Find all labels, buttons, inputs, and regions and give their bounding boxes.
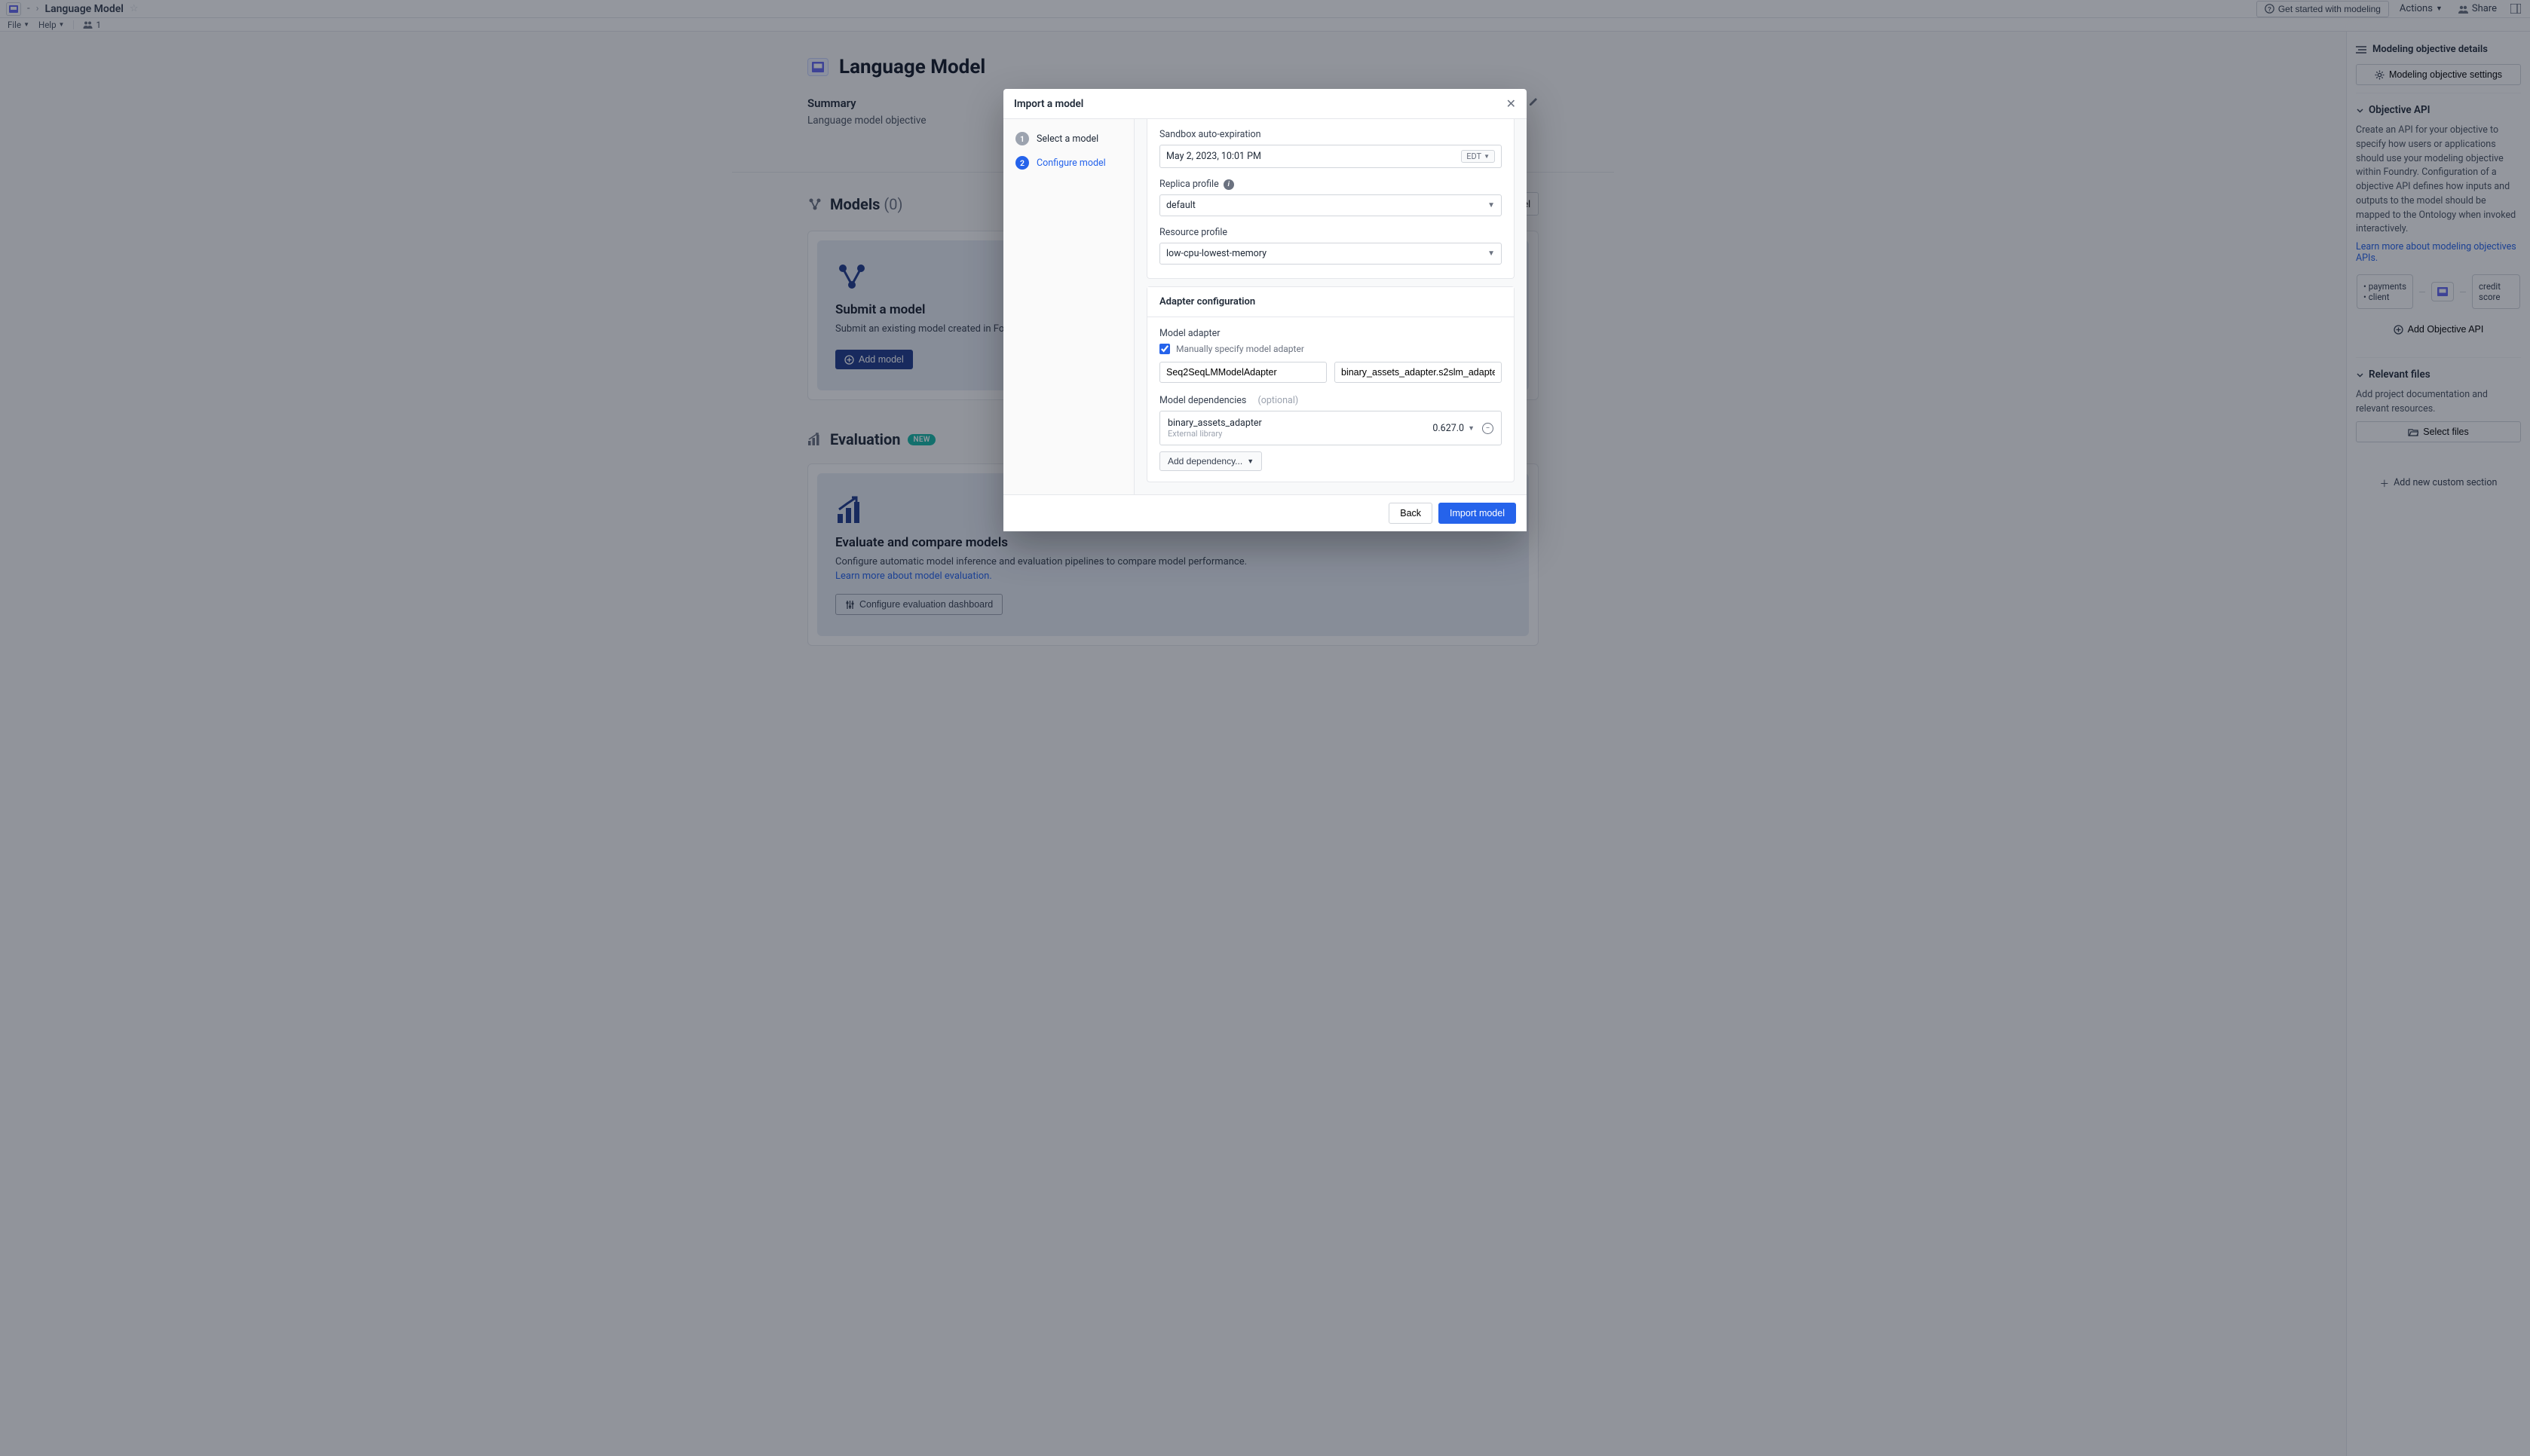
model-dependencies-label: Model dependencies (optional): [1159, 395, 1502, 406]
dependency-version-select[interactable]: 0.627.0 ▼: [1432, 423, 1475, 434]
step-select-model[interactable]: 1 Select a model: [1009, 127, 1128, 151]
step-number: 1: [1015, 132, 1029, 145]
adapter-module-input[interactable]: [1334, 362, 1502, 383]
timezone-selector[interactable]: EDT ▼: [1461, 150, 1495, 163]
close-icon[interactable]: ✕: [1506, 96, 1516, 111]
caret-down-icon: ▼: [1247, 457, 1254, 465]
adapter-section-heading: Adapter configuration: [1147, 287, 1514, 317]
replica-profile-label: Replica profile i: [1159, 179, 1502, 190]
import-model-dialog: Import a model ✕ 1 Select a model 2 Conf…: [1003, 89, 1527, 531]
remove-dependency-button[interactable]: −: [1482, 422, 1493, 435]
import-model-button[interactable]: Import model: [1438, 503, 1516, 524]
step-configure-model[interactable]: 2 Configure model: [1009, 151, 1128, 175]
sandbox-expiration-input[interactable]: May 2, 2023, 10:01 PM EDT ▼: [1159, 145, 1502, 168]
resource-profile-select[interactable]: low-cpu-lowest-memory ▼: [1159, 243, 1502, 265]
adapter-class-input[interactable]: [1159, 362, 1327, 383]
step-number: 2: [1015, 156, 1029, 170]
manual-adapter-checkbox[interactable]: Manually specify model adapter: [1159, 344, 1502, 354]
caret-down-icon: ▼: [1484, 153, 1490, 160]
sandbox-expiration-label: Sandbox auto-expiration: [1159, 129, 1502, 140]
caret-down-icon: ▼: [1487, 249, 1495, 258]
resource-profile-label: Resource profile: [1159, 227, 1502, 238]
dependency-name: binary_assets_adapter: [1168, 418, 1262, 429]
manual-adapter-checkbox-input[interactable]: [1159, 344, 1170, 354]
replica-profile-select[interactable]: default ▼: [1159, 194, 1502, 216]
caret-down-icon: ▼: [1468, 424, 1475, 433]
caret-down-icon: ▼: [1487, 201, 1495, 210]
model-adapter-label: Model adapter: [1159, 328, 1502, 339]
dialog-title: Import a model: [1014, 98, 1083, 110]
dependency-row: binary_assets_adapter External library 0…: [1159, 411, 1502, 445]
dependency-type: External library: [1168, 429, 1262, 439]
back-button[interactable]: Back: [1389, 503, 1432, 524]
info-icon[interactable]: i: [1224, 179, 1234, 190]
add-dependency-button[interactable]: Add dependency... ▼: [1159, 451, 1262, 471]
